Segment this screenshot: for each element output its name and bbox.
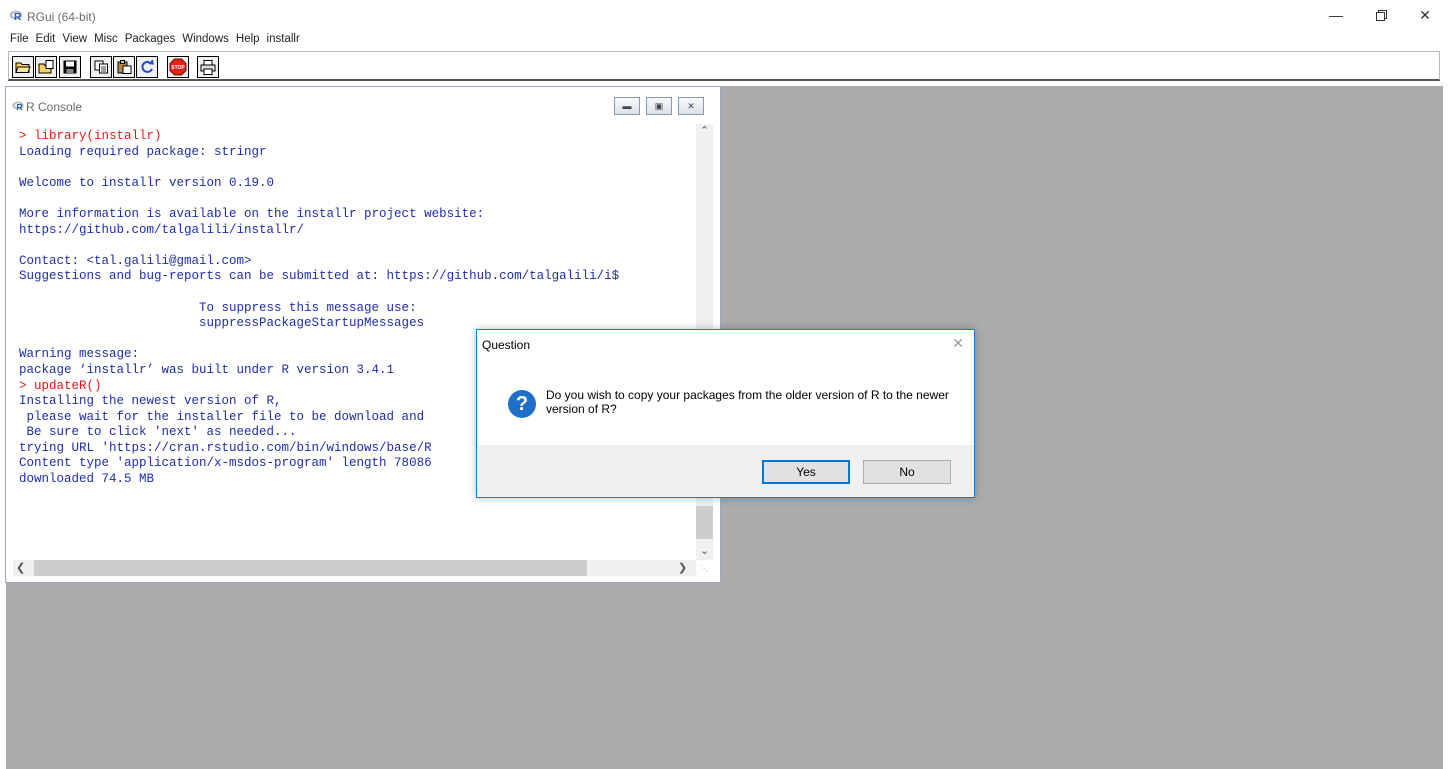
save-workspace-icon [63, 60, 77, 74]
horizontal-scrollbar[interactable]: ❮ ❯ [13, 560, 696, 576]
vertical-scroll-thumb[interactable] [696, 506, 713, 539]
menu-view[interactable]: View [62, 33, 87, 45]
scroll-left-icon[interactable]: ❮ [16, 561, 25, 574]
copy-button[interactable] [90, 56, 112, 78]
minimize-icon: ▬ [622, 101, 632, 111]
open-script-icon [15, 62, 31, 73]
title-bar: R RGui (64-bit) — ✕ [0, 0, 1450, 30]
menu-misc[interactable]: Misc [94, 33, 118, 45]
copy-icon [94, 60, 108, 74]
horizontal-scroll-thumb[interactable] [34, 560, 587, 576]
dialog-message: Do you wish to copy your packages from t… [546, 388, 949, 416]
menu-file[interactable]: File [10, 33, 29, 45]
yes-button[interactable]: Yes [762, 460, 850, 484]
console-output-line: Suggestions and bug-reports can be submi… [19, 269, 620, 284]
dialog-footer: Yes No [477, 445, 974, 497]
console-output-line: https://github.com/talgalili/installr/ [19, 222, 305, 237]
no-button[interactable]: No [863, 460, 951, 484]
load-workspace-button[interactable] [35, 56, 57, 78]
console-output-line: To suppress this message use: [19, 300, 417, 315]
menu-bar: File Edit View Misc Packages Windows Hel… [0, 30, 1450, 48]
svg-text:R: R [16, 102, 23, 111]
console-maximize-button[interactable]: ▣ [646, 97, 672, 115]
close-icon: ✕ [1419, 6, 1431, 23]
console-title-bar[interactable]: R R Console ▬ ▣ ✕ [6, 87, 720, 127]
stop-icon: STOP [169, 58, 187, 76]
menu-installr[interactable]: installr [267, 33, 300, 45]
scroll-up-icon[interactable]: ⌃ [700, 124, 709, 137]
resize-grip-icon[interactable]: ⋱ [700, 564, 708, 573]
open-script-button[interactable] [12, 56, 34, 78]
console-minimize-button[interactable]: ▬ [614, 97, 640, 115]
dialog-close-icon[interactable]: ✕ [952, 335, 964, 352]
menu-packages[interactable]: Packages [125, 33, 176, 45]
close-button[interactable]: ✕ [1402, 0, 1448, 30]
scroll-right-icon[interactable]: ❯ [678, 561, 687, 574]
console-title: R Console [26, 100, 83, 114]
dialog-body: ? Do you wish to copy your packages from… [477, 359, 974, 445]
scroll-down-icon[interactable]: ⌄ [700, 544, 709, 557]
app-title: RGui (64-bit) [27, 10, 96, 24]
r-logo-icon: R [12, 101, 24, 111]
restore-button[interactable] [1358, 0, 1404, 30]
minimize-icon: — [1329, 7, 1343, 23]
console-command-line: > library(installr) [19, 129, 162, 143]
paste-icon [117, 60, 131, 74]
close-icon: ✕ [687, 100, 695, 111]
paste-button[interactable] [113, 56, 135, 78]
restore-icon [1375, 9, 1387, 21]
print-icon [200, 59, 216, 75]
load-workspace-icon [38, 60, 54, 74]
svg-text:R: R [14, 12, 22, 21]
console-output-line: More information is available on the ins… [19, 206, 485, 221]
console-output-line: Loading required package: stringr [19, 144, 267, 159]
copy-paste-icon [141, 59, 154, 73]
svg-text:STOP: STOP [171, 65, 185, 71]
minimize-button[interactable]: — [1313, 0, 1359, 30]
toolbar: STOP [8, 51, 1440, 81]
save-workspace-button[interactable] [59, 56, 81, 78]
question-icon: ? [508, 390, 536, 418]
dialog-title: Question [482, 338, 531, 352]
menu-edit[interactable]: Edit [36, 33, 56, 45]
copy-paste-button[interactable] [136, 56, 158, 78]
stop-button[interactable]: STOP [167, 56, 189, 78]
console-output-line: Contact: <tal.galili@gmail.com> [19, 253, 252, 268]
console-close-button[interactable]: ✕ [678, 97, 704, 115]
console-output-line: Welcome to installr version 0.19.0 [19, 175, 275, 190]
menu-windows[interactable]: Windows [182, 33, 229, 45]
maximize-icon: ▣ [654, 100, 664, 111]
r-logo-icon: R [9, 10, 23, 21]
question-dialog: Question ✕ ? Do you wish to copy your pa… [476, 329, 975, 498]
print-button[interactable] [197, 56, 219, 78]
menu-help[interactable]: Help [236, 33, 260, 45]
